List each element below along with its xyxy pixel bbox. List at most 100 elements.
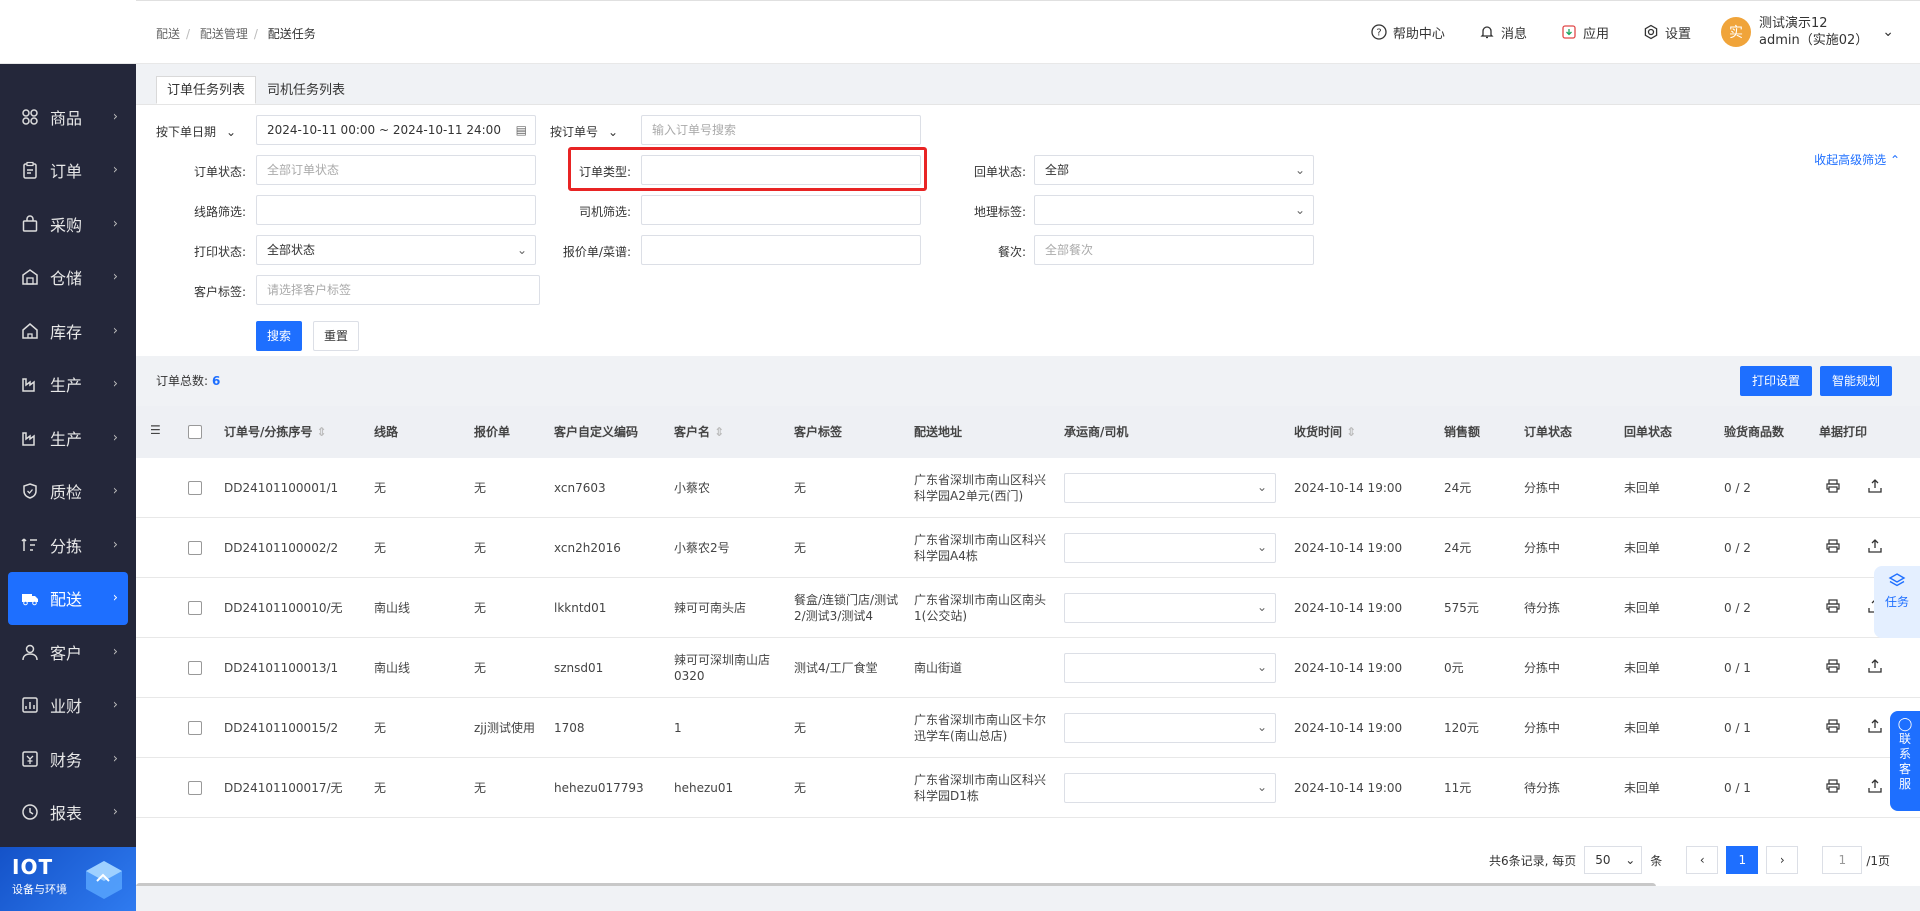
row-checkbox[interactable]: [188, 541, 202, 555]
th-order[interactable]: 订单号/分拣序号 ⇕: [224, 424, 327, 440]
row-checkbox[interactable]: [188, 601, 202, 615]
th-carrier: 承运商/司机: [1064, 425, 1129, 439]
table-row[interactable]: DD24101100015/2 无 zjj测试使用 1708 1 无 广东省深圳市南山区卡尔…: [136, 698, 1920, 758]
page-jump-input[interactable]: 1: [1822, 846, 1863, 874]
export-icon[interactable]: [1868, 719, 1882, 737]
customer-tag: 无: [794, 721, 807, 735]
user-menu[interactable]: 实 测试演示12 admin（实施02） ⌄: [1720, 15, 1894, 49]
factory-icon: [20, 428, 40, 448]
sidebar-item[interactable]: 生产 ›: [0, 411, 136, 465]
chevron-right-icon: ›: [112, 430, 118, 446]
sidebar-item[interactable]: 仓储 ›: [0, 251, 136, 305]
sidebar-item-label: 订单: [50, 162, 83, 182]
date-type-select[interactable]: 按下单日期 ⌄: [156, 123, 236, 140]
carrier-select[interactable]: ⌄: [1064, 473, 1276, 503]
apps-link[interactable]: 应用: [1561, 23, 1609, 42]
sidebar-item[interactable]: 商品 ›: [0, 90, 136, 144]
return-status-select[interactable]: 全部 ⌄: [1034, 155, 1314, 185]
print-icon[interactable]: [1826, 659, 1840, 677]
sidebar-item[interactable]: 分拣 ›: [0, 518, 136, 572]
driver-filter-input[interactable]: [641, 195, 921, 225]
export-icon[interactable]: [1868, 539, 1882, 557]
sidebar-item[interactable]: 报表 ›: [0, 786, 136, 840]
help-center-link[interactable]: ? 帮助中心: [1371, 23, 1445, 42]
carrier-select[interactable]: ⌄: [1064, 713, 1276, 743]
row-checkbox[interactable]: [188, 481, 202, 495]
sidebar-item[interactable]: 订单 ›: [0, 144, 136, 198]
order-number-input[interactable]: 输入订单号搜索: [641, 115, 921, 145]
iot-banner[interactable]: IOT 设备与环境: [0, 847, 136, 911]
prev-page-button[interactable]: ‹: [1686, 846, 1719, 874]
sidebar-item[interactable]: 库存 ›: [0, 304, 136, 358]
sidebar-item[interactable]: 业财 ›: [0, 679, 136, 733]
breadcrumb-item[interactable]: 配送管理: [200, 27, 248, 41]
column-settings-icon[interactable]: ☰: [150, 422, 161, 438]
sidebar-item[interactable]: 配送 ›: [8, 571, 128, 625]
carrier-select[interactable]: ⌄: [1064, 533, 1276, 563]
customer-code: xcn7603: [554, 481, 606, 495]
row-checkbox[interactable]: [188, 781, 202, 795]
return-status: 未回单: [1624, 481, 1661, 495]
table-row[interactable]: DD24101100010/无 南山线 无 lkkntd01 辣可可南头店 餐盒/连锁门店…: [136, 578, 1920, 638]
print-icon[interactable]: [1826, 539, 1840, 557]
table-row[interactable]: DD24101100017/无 无 无 hehezu017793 hehezu01 无 广东…: [136, 758, 1920, 818]
customer-name: hehezu01: [674, 781, 734, 795]
page-size-select[interactable]: 50 ⌄: [1584, 846, 1643, 874]
task-float-button[interactable]: 任务: [1874, 566, 1920, 638]
breadcrumb-item[interactable]: 配送: [156, 27, 180, 41]
highlight-box: [568, 147, 927, 191]
settings-link[interactable]: 设置: [1643, 23, 1691, 42]
horizontal-scrollbar[interactable]: [136, 883, 1656, 886]
tab-order-tasks[interactable]: 订单任务列表: [156, 76, 257, 104]
export-icon[interactable]: [1868, 659, 1882, 677]
receive-time: 2024-10-14 19:00: [1294, 481, 1403, 495]
search-button[interactable]: 搜索: [256, 321, 302, 351]
row-checkbox[interactable]: [188, 721, 202, 735]
check-count: 0 / 2: [1724, 481, 1751, 495]
smart-plan-button[interactable]: 智能规划: [1820, 366, 1892, 396]
print-icon[interactable]: [1826, 599, 1840, 617]
sidebar-item[interactable]: 生产 ›: [0, 358, 136, 412]
next-page-button[interactable]: ›: [1766, 846, 1799, 874]
select-all-checkbox[interactable]: [188, 425, 202, 439]
print-status-select[interactable]: 全部状态 ⌄: [256, 235, 536, 265]
carrier-select[interactable]: ⌄: [1064, 593, 1276, 623]
meal-select[interactable]: 全部餐次: [1034, 235, 1314, 265]
search-type-select[interactable]: 按订单号 ⌄: [550, 123, 618, 140]
export-icon[interactable]: [1868, 479, 1882, 497]
print-icon[interactable]: [1826, 479, 1840, 497]
sidebar-item[interactable]: 客户 ›: [0, 625, 136, 679]
customer-code: xcn2h2016: [554, 541, 621, 555]
print-icon[interactable]: [1826, 779, 1840, 797]
sidebar-item[interactable]: 质检 ›: [0, 465, 136, 519]
th-name[interactable]: 客户名 ⇕: [674, 424, 724, 440]
carrier-select[interactable]: ⌄: [1064, 653, 1276, 683]
customer-tag: 无: [794, 481, 807, 495]
messages-link[interactable]: 消息: [1479, 23, 1527, 42]
date-range-picker[interactable]: 2024-10-11 00:00 ~ 2024-10-11 24:00 ▤: [256, 115, 536, 145]
sidebar-item[interactable]: 采购 ›: [0, 197, 136, 251]
carrier-select[interactable]: ⌄: [1064, 773, 1276, 803]
print-icon[interactable]: [1826, 719, 1840, 737]
table-row[interactable]: DD24101100001/1 无 无 xcn7603 小蔡农 无 广东省深圳市南山区科兴科…: [136, 458, 1920, 518]
table-row[interactable]: DD24101100002/2 无 无 xcn2h2016 小蔡农2号 无 广东省深圳市南山…: [136, 518, 1920, 578]
table-row[interactable]: DD24101100013/1 南山线 无 sznsd01 辣可可深圳南山店0320 测试…: [136, 638, 1920, 698]
collapse-filter-link[interactable]: 收起高级筛选 ⌃: [1814, 151, 1900, 168]
reset-button[interactable]: 重置: [313, 321, 359, 351]
quote-input[interactable]: [641, 235, 921, 265]
order-status-select[interactable]: 全部订单状态: [256, 155, 536, 185]
geo-tag-select[interactable]: ⌄: [1034, 195, 1314, 225]
sidebar-item[interactable]: 财务 ›: [0, 732, 136, 786]
order-status-label: 订单状态:: [193, 165, 246, 179]
tab-driver-tasks[interactable]: 司机任务列表: [256, 76, 356, 104]
export-icon[interactable]: [1868, 779, 1882, 797]
finance-icon: [20, 749, 40, 769]
contact-service-button[interactable]: ◯ 联系客服: [1890, 711, 1920, 811]
customer-tag-select[interactable]: 请选择客户标签: [256, 275, 540, 305]
page-button[interactable]: 1: [1726, 846, 1759, 874]
route-filter-input[interactable]: [256, 195, 536, 225]
layers-icon: [1888, 573, 1906, 587]
th-time[interactable]: 收货时间 ⇕: [1294, 424, 1356, 440]
row-checkbox[interactable]: [188, 661, 202, 675]
print-settings-button[interactable]: 打印设置: [1740, 366, 1812, 396]
